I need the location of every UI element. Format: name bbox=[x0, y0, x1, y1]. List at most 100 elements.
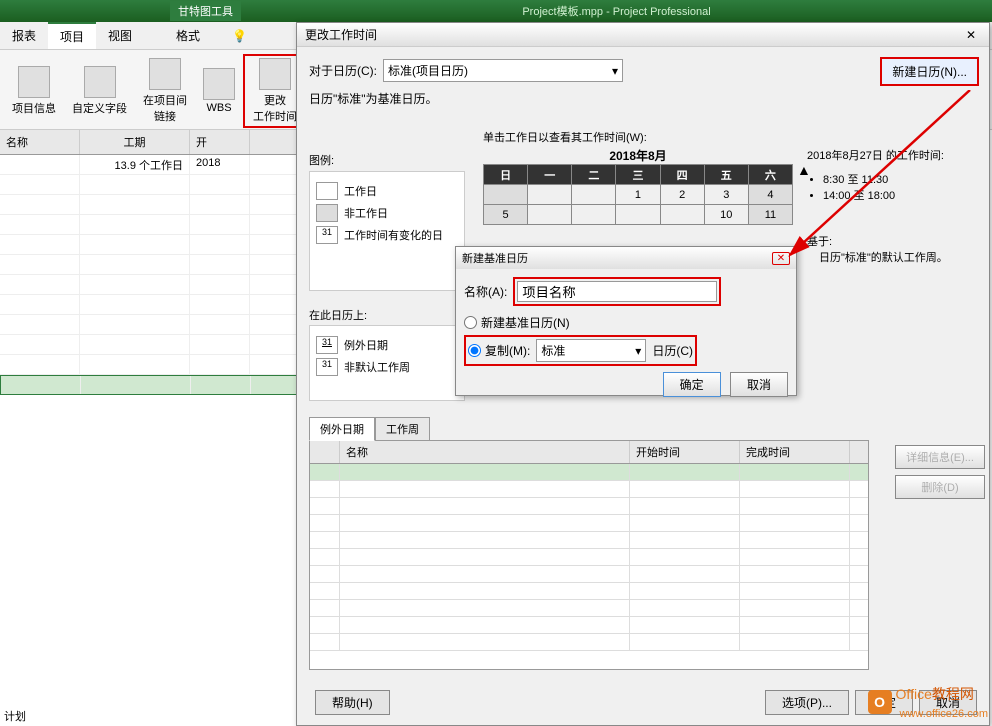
on-this-calendar-label: 在此日历上: bbox=[309, 307, 367, 323]
table-row[interactable]: 13.9 个工作日 2018 bbox=[0, 155, 300, 175]
inner-cancel-button[interactable]: 取消 bbox=[730, 372, 788, 397]
project-info-label: 项目信息 bbox=[12, 100, 56, 116]
details-button[interactable]: 详细信息(E)... bbox=[895, 445, 985, 469]
col-start[interactable]: 开 bbox=[190, 130, 250, 154]
exceptions-grid: 名称 开始时间 完成时间 bbox=[309, 440, 869, 670]
cal-cell[interactable] bbox=[660, 205, 704, 225]
tab-report[interactable]: 报表 bbox=[0, 23, 48, 48]
cal-cell[interactable]: 2 bbox=[660, 185, 704, 205]
col-name[interactable]: 名称 bbox=[0, 130, 80, 154]
grid-row[interactable] bbox=[310, 617, 868, 634]
options-button[interactable]: 选项(P)... bbox=[765, 690, 849, 715]
delete-button[interactable]: 删除(D) bbox=[895, 475, 985, 499]
grid-col-start[interactable]: 开始时间 bbox=[630, 441, 740, 463]
cal-cell[interactable]: 4 bbox=[748, 185, 792, 205]
copy-radio[interactable] bbox=[468, 344, 481, 357]
tab-project[interactable]: 项目 bbox=[48, 22, 96, 49]
cal-cell[interactable]: 5 bbox=[484, 205, 528, 225]
gantt-tools-label: 甘特图工具 bbox=[170, 1, 241, 21]
work-times-panel: 2018年8月27日 的工作时间: 8:30 至 11:30 14:00 至 1… bbox=[807, 147, 977, 265]
calendar-picker: 2018年8月 日 一 二 三 四 五 六 1 2 3 bbox=[483, 147, 793, 225]
dialog-title: 更改工作时间 bbox=[305, 26, 377, 43]
file-title: Project模板.mpp - Project Professional bbox=[241, 3, 992, 19]
table-row[interactable] bbox=[0, 235, 300, 255]
cal-day-mon: 一 bbox=[528, 165, 572, 185]
calendar-clock-icon bbox=[259, 58, 291, 90]
table-row[interactable] bbox=[0, 355, 300, 375]
wbs-button[interactable]: WBS bbox=[195, 54, 243, 128]
custom-fields-label: 自定义字段 bbox=[72, 100, 127, 116]
grid-row[interactable] bbox=[310, 600, 868, 617]
inner-ok-button[interactable]: 确定 bbox=[663, 372, 721, 397]
cal-cell[interactable]: 11 bbox=[748, 205, 792, 225]
click-day-prompt: 单击工作日以查看其工作时间(W): bbox=[483, 129, 647, 145]
new-calendar-button[interactable]: 新建日历(N)... bbox=[880, 57, 979, 86]
cal-day-tue: 二 bbox=[572, 165, 616, 185]
legend-label: 图例: bbox=[309, 152, 334, 168]
name-input[interactable] bbox=[517, 281, 717, 302]
tell-me-icon[interactable]: 💡 bbox=[232, 29, 247, 43]
nondefault-swatch: 31 bbox=[316, 358, 338, 376]
close-icon[interactable]: ✕ bbox=[961, 28, 981, 42]
grid-row[interactable] bbox=[310, 515, 868, 532]
calendar-month-title: 2018年8月 bbox=[483, 147, 793, 164]
cal-cell[interactable] bbox=[572, 205, 616, 225]
wbs-label: WBS bbox=[206, 102, 231, 114]
table-row-selected[interactable] bbox=[0, 375, 300, 395]
tab-work-weeks[interactable]: 工作周 bbox=[375, 417, 430, 441]
grid-row[interactable] bbox=[310, 583, 868, 600]
inner-dialog-title: 新建基准日历 bbox=[462, 250, 528, 266]
new-base-calendar-dialog: 新建基准日历 ✕ 名称(A): 新建基准日历(N) 复制(M): 标准 日历(C… bbox=[455, 246, 797, 396]
wbs-icon bbox=[203, 68, 235, 100]
tab-exceptions[interactable]: 例外日期 bbox=[309, 417, 375, 441]
grid-row[interactable] bbox=[310, 634, 868, 651]
grid-col-finish[interactable]: 完成时间 bbox=[740, 441, 850, 463]
grid-row[interactable] bbox=[310, 549, 868, 566]
app-title-bar: 甘特图工具 Project模板.mpp - Project Profession… bbox=[0, 0, 992, 22]
cal-cell[interactable]: 1 bbox=[616, 185, 660, 205]
table-row[interactable] bbox=[0, 335, 300, 355]
project-info-button[interactable]: 项目信息 bbox=[4, 54, 64, 128]
tab-format[interactable]: 格式 bbox=[164, 23, 212, 48]
grid-col-name[interactable]: 名称 bbox=[340, 441, 630, 463]
cal-cell[interactable] bbox=[484, 185, 528, 205]
dialog-title-bar[interactable]: 更改工作时间 ✕ bbox=[297, 23, 989, 47]
cal-cell[interactable] bbox=[528, 185, 572, 205]
tab-view[interactable]: 视图 bbox=[96, 23, 144, 48]
grid-row[interactable] bbox=[310, 464, 868, 481]
legend-non-work-day: 非工作日 bbox=[344, 205, 388, 221]
help-button[interactable]: 帮助(H) bbox=[315, 690, 390, 715]
table-row[interactable] bbox=[0, 295, 300, 315]
between-projects-button[interactable]: 在项目间 链接 bbox=[135, 54, 195, 128]
cal-cell[interactable] bbox=[616, 205, 660, 225]
grid-row[interactable] bbox=[310, 498, 868, 515]
table-row[interactable] bbox=[0, 175, 300, 195]
cal-cell[interactable]: 3 bbox=[704, 185, 748, 205]
new-base-radio[interactable] bbox=[464, 316, 477, 329]
table-row[interactable] bbox=[0, 195, 300, 215]
for-calendar-label: 对于日历(C): bbox=[309, 62, 377, 79]
changed-swatch: 31 bbox=[316, 226, 338, 244]
inner-dialog-title-bar[interactable]: 新建基准日历 ✕ bbox=[456, 247, 796, 269]
for-calendar-combo[interactable]: 标准(项目日历) bbox=[383, 59, 623, 82]
copy-from-combo[interactable]: 标准 bbox=[536, 339, 646, 362]
cal-cell[interactable]: 10 bbox=[704, 205, 748, 225]
cal-cell[interactable] bbox=[572, 185, 616, 205]
based-on-label: 基于: bbox=[807, 233, 977, 249]
close-icon[interactable]: ✕ bbox=[772, 252, 790, 265]
base-calendar-text: 日历"标准"为基准日历。 bbox=[309, 90, 977, 107]
table-row[interactable] bbox=[0, 315, 300, 335]
grid-row[interactable] bbox=[310, 532, 868, 549]
custom-fields-button[interactable]: 自定义字段 bbox=[64, 54, 135, 128]
table-row[interactable] bbox=[0, 215, 300, 235]
change-work-time-label: 更改 工作时间 bbox=[253, 92, 297, 124]
exceptions-tabs: 例外日期 工作周 名称 开始时间 完成时间 bbox=[309, 417, 979, 670]
table-row[interactable] bbox=[0, 275, 300, 295]
cal-cell[interactable] bbox=[528, 205, 572, 225]
grid-row[interactable] bbox=[310, 481, 868, 498]
grid-row[interactable] bbox=[310, 566, 868, 583]
legend-box-2: 31例外日期 31非默认工作周 bbox=[309, 325, 465, 401]
task-sheet: 名称 工期 开 13.9 个工作日 2018 bbox=[0, 130, 300, 726]
col-duration[interactable]: 工期 bbox=[80, 130, 190, 154]
table-row[interactable] bbox=[0, 255, 300, 275]
